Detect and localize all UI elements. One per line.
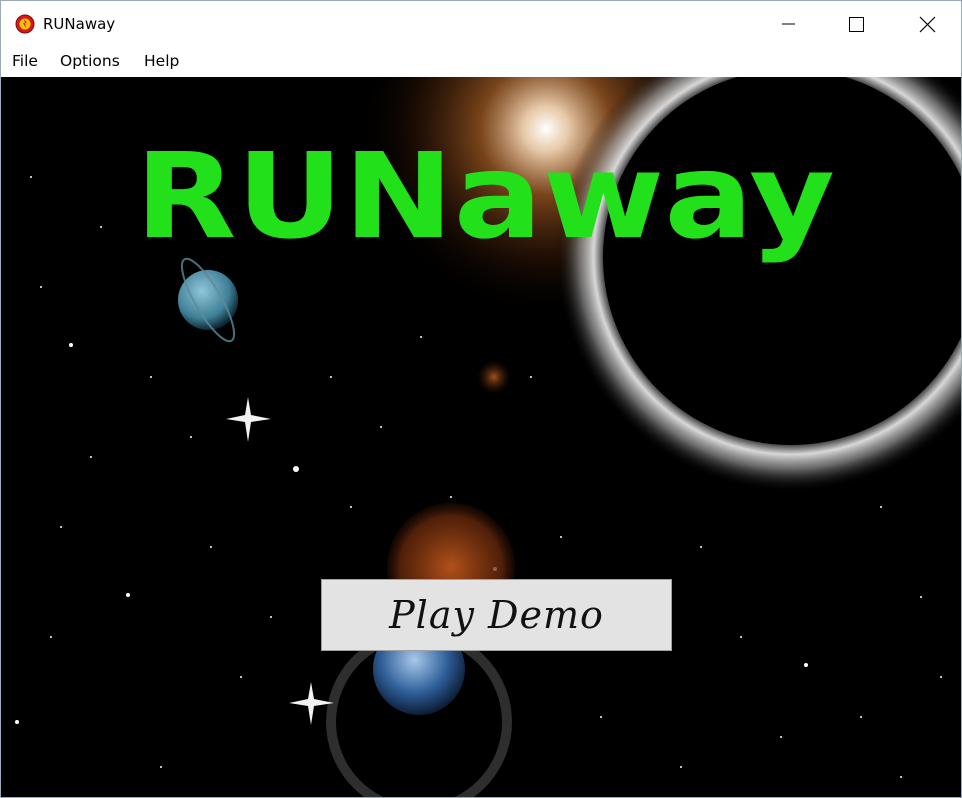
lens-flare bbox=[477, 360, 511, 394]
window-title: RUNaway bbox=[43, 15, 116, 33]
game-canvas[interactable]: RUNaway Play Demo bbox=[1, 77, 961, 797]
maximize-icon bbox=[849, 17, 864, 32]
menu-file[interactable]: File bbox=[10, 52, 40, 70]
app-shield-icon bbox=[15, 14, 35, 34]
game-logo: RUNaway bbox=[135, 127, 835, 265]
title-bar[interactable]: RUNaway bbox=[1, 1, 961, 47]
menu-options[interactable]: Options bbox=[58, 52, 122, 70]
maximize-button[interactable] bbox=[833, 1, 879, 47]
close-button[interactable] bbox=[904, 1, 950, 47]
menu-help[interactable]: Help bbox=[142, 52, 181, 70]
minimize-button[interactable] bbox=[765, 1, 811, 47]
app-window: RUNaway File Options Help RUNaway Play D… bbox=[0, 0, 962, 798]
minimize-icon bbox=[782, 23, 795, 25]
close-icon bbox=[919, 16, 936, 33]
menu-bar: File Options Help bbox=[1, 47, 961, 77]
play-demo-button[interactable]: Play Demo bbox=[321, 579, 672, 651]
space-background: RUNaway bbox=[1, 77, 961, 797]
